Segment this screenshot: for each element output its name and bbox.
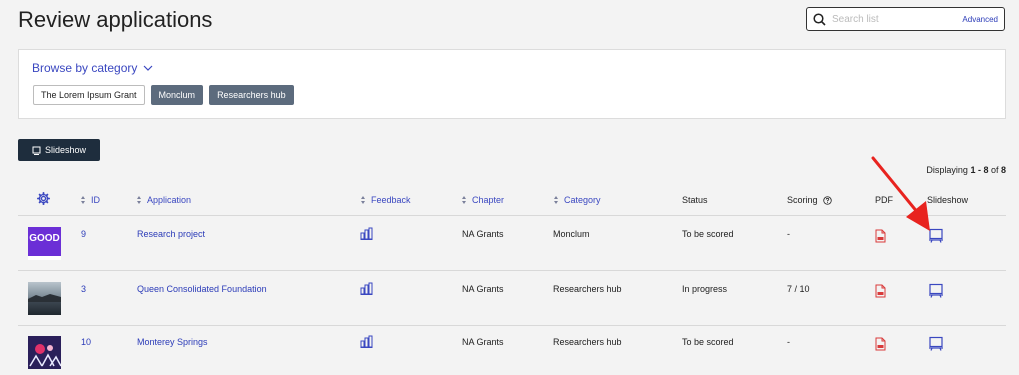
column-header-category-label: Category (564, 195, 601, 205)
application-id-link[interactable]: 3 (81, 284, 86, 294)
pagination-of: of (988, 165, 1001, 175)
pagination-range: 1 - 8 (970, 165, 989, 175)
feedback-icon[interactable] (360, 282, 373, 300)
advanced-search-link[interactable]: Advanced (962, 15, 998, 24)
column-header-application-label: Application (147, 195, 192, 205)
browse-panel: Browse by category The Lorem Ipsum Grant… (18, 49, 1006, 119)
application-name-link[interactable]: Monterey Springs (137, 337, 208, 347)
sort-icon (137, 196, 142, 204)
pdf-icon[interactable] (875, 284, 886, 303)
chip-researchers-hub[interactable]: Researchers hub (209, 85, 294, 105)
category-chips: The Lorem Ipsum Grant Monclum Researcher… (33, 85, 294, 105)
slideshow-icon (32, 146, 41, 155)
pdf-icon[interactable] (875, 337, 886, 356)
column-header-feedback-label: Feedback (371, 195, 411, 205)
column-header-chapter-label: Chapter (472, 195, 505, 205)
gear-icon (37, 192, 50, 205)
application-thumbnail[interactable] (28, 336, 61, 369)
thumbnail-logo-text: GOOD (29, 233, 60, 244)
chapter-value: NA Grants (462, 337, 504, 347)
chapter-value: NA Grants (462, 229, 504, 239)
help-circle-icon[interactable] (822, 195, 832, 205)
application-name-link[interactable]: Queen Consolidated Foundation (137, 284, 267, 294)
table-row: 3 Queen Consolidated Foundation NA Grant… (18, 272, 1006, 326)
search-input[interactable] (832, 13, 950, 25)
feedback-icon[interactable] (360, 335, 373, 353)
status-value: To be scored (682, 229, 734, 239)
sort-icon (361, 196, 366, 204)
search-box[interactable]: Advanced (806, 7, 1005, 31)
column-header-slideshow: Slideshow (927, 195, 969, 205)
status-value: In progress (682, 284, 728, 294)
column-header-category[interactable]: Category (554, 195, 601, 205)
chip-monclum[interactable]: Monclum (150, 85, 204, 105)
chip-lorem-ipsum-grant[interactable]: The Lorem Ipsum Grant (33, 85, 145, 105)
scoring-value: - (787, 337, 790, 347)
column-header-feedback[interactable]: Feedback (361, 195, 411, 205)
column-header-chapter[interactable]: Chapter (462, 195, 504, 205)
column-header-id-label: ID (91, 195, 100, 205)
pagination-prefix: Displaying (926, 165, 971, 175)
application-id-link[interactable]: 9 (81, 229, 86, 239)
slideshow-icon[interactable] (928, 336, 944, 356)
column-header-pdf: PDF (875, 195, 893, 205)
slideshow-icon[interactable] (928, 228, 944, 248)
application-name-link[interactable]: Research project (137, 229, 205, 239)
status-value: To be scored (682, 337, 734, 347)
column-header-status: Status (682, 195, 708, 205)
column-settings-button[interactable] (37, 192, 50, 205)
page-title: Review applications (18, 7, 213, 32)
column-header-scoring: Scoring (787, 195, 832, 205)
slideshow-button-label: Slideshow (44, 145, 87, 155)
slideshow-icon[interactable] (928, 283, 944, 303)
column-header-scoring-label: Scoring (787, 195, 818, 205)
column-header-application[interactable]: Application (137, 195, 191, 205)
category-value: Monclum (553, 229, 590, 239)
pagination-total: 8 (1000, 165, 1006, 175)
slideshow-button[interactable]: Slideshow (18, 139, 100, 161)
table-row: 10 Monterey Springs NA Grants Researcher… (18, 326, 1006, 375)
sort-icon (81, 196, 86, 204)
browse-toggle-label: Browse by category (32, 61, 138, 75)
scoring-value: - (787, 229, 790, 239)
category-value: Researchers hub (553, 337, 622, 347)
column-header-id[interactable]: ID (81, 195, 100, 205)
pagination-summary: Displaying 1 - 8 of 8 (926, 165, 1006, 175)
browse-by-category-toggle[interactable]: Browse by category (32, 61, 153, 75)
application-thumbnail[interactable]: GOOD (28, 227, 61, 260)
category-value: Researchers hub (553, 284, 622, 294)
feedback-icon[interactable] (360, 227, 373, 245)
pdf-icon[interactable] (875, 229, 886, 248)
scoring-value: 7 / 10 (787, 284, 810, 294)
sort-icon (554, 196, 559, 204)
chapter-value: NA Grants (462, 284, 504, 294)
sort-icon (462, 196, 467, 204)
application-thumbnail[interactable] (28, 282, 61, 315)
application-id-link[interactable]: 10 (81, 337, 91, 347)
chevron-down-icon (143, 65, 153, 71)
table-row: GOOD 9 Research project NA Grants Monclu… (18, 217, 1006, 271)
table-header: ID Application Feedback Chapter Category… (18, 184, 1006, 216)
search-icon (813, 12, 826, 26)
